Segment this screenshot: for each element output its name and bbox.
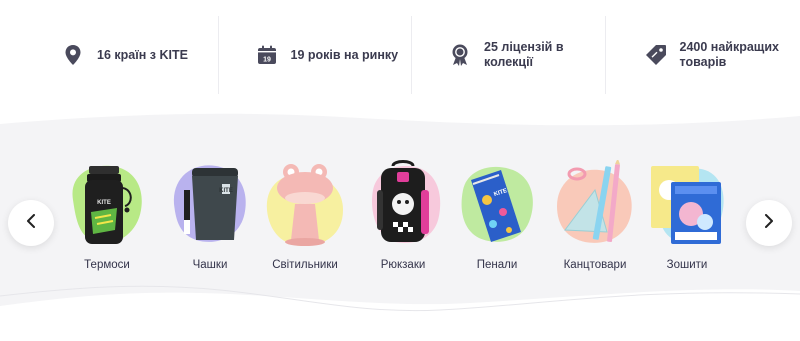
stat-countries-text: 16 країн з KITE	[97, 47, 188, 62]
calendar-day-number: 19	[263, 57, 271, 64]
category-label: Світильники	[272, 259, 338, 271]
stat-licenses: 25 ліцензій в колекції	[411, 0, 605, 110]
carousel-prev-button[interactable]	[8, 200, 54, 246]
thermos-brand-text: KITE	[97, 200, 111, 206]
category-label: Рюкзаки	[380, 259, 426, 271]
stat-products: 2400 найкращих товарів	[604, 0, 800, 110]
stat-licenses-text: 25 ліцензій в колекції	[484, 40, 564, 69]
category-label: Пенали	[476, 259, 518, 271]
carousel-next-button[interactable]	[746, 200, 792, 246]
category-label: Зошити	[666, 259, 708, 271]
stat-countries: 16 країн з KITE	[0, 0, 218, 110]
category-notebooks[interactable]: Зошити	[647, 160, 727, 280]
category-label: Чашки	[192, 259, 228, 271]
chevron-right-icon	[764, 213, 774, 233]
chevron-left-icon	[26, 213, 36, 233]
category-label: Канцтовари	[563, 259, 627, 271]
mug-image: KITE	[173, 165, 246, 242]
mug-brand-text: KITE	[219, 188, 233, 194]
stat-products-text: 2400 найкращих товарів	[679, 40, 780, 69]
category-stationery[interactable]: Канцтовари	[555, 160, 635, 280]
notebook-image	[651, 166, 724, 244]
pencil-case-image: KITE	[461, 166, 533, 242]
lamp-image	[266, 164, 343, 246]
category-carousel: KITE Термоси KITE Чашки Світильники Рюкз…	[65, 160, 735, 280]
award-badge-icon	[449, 44, 471, 66]
price-tag-icon	[645, 44, 667, 66]
stat-years: 19 19 років на ринку	[217, 0, 412, 110]
category-lamps[interactable]: Світильники	[265, 160, 345, 280]
stat-years-text: 19 років на ринку	[290, 47, 399, 62]
stats-bar: 16 країн з KITE 19 19 років на ринку 25 …	[0, 0, 800, 110]
calendar-icon: 19	[256, 44, 278, 66]
category-label: Термоси	[84, 259, 130, 271]
category-thermoses[interactable]: KITE Термоси	[67, 160, 147, 280]
thermos-image: KITE	[72, 165, 142, 244]
category-pencil-cases[interactable]: KITE Пенали	[457, 160, 537, 280]
location-pin-icon	[62, 44, 84, 66]
stationery-image	[557, 160, 632, 243]
category-backpacks[interactable]: Рюкзаки	[363, 160, 443, 280]
backpack-image	[371, 160, 441, 243]
category-mugs[interactable]: KITE Чашки	[170, 160, 250, 280]
